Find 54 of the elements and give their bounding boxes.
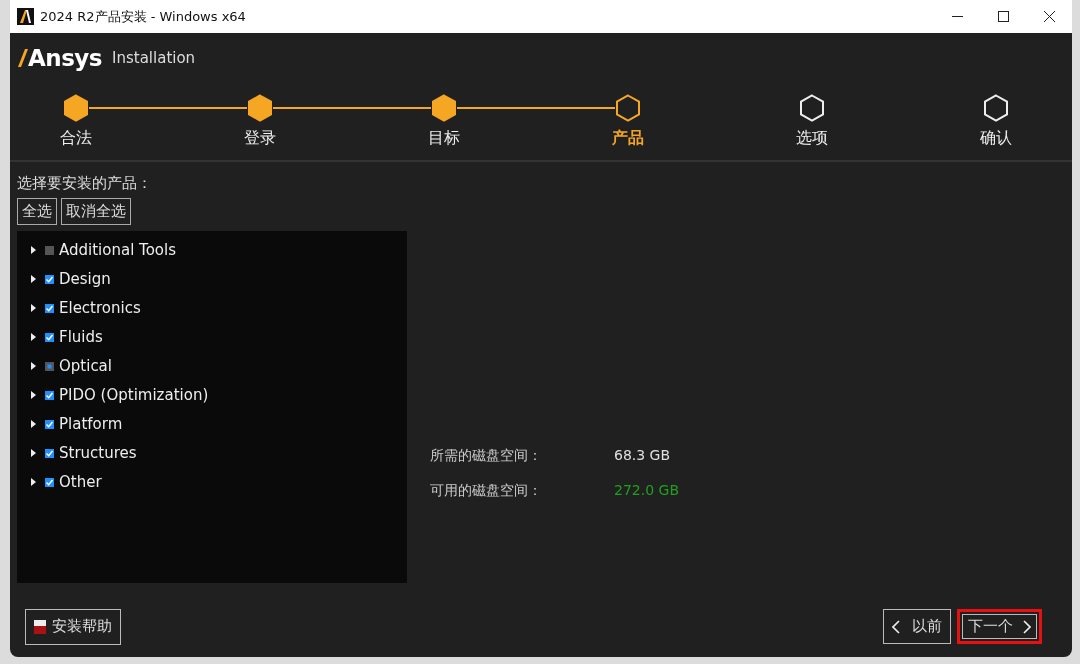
minimize-icon bbox=[951, 15, 963, 18]
checkbox[interactable] bbox=[45, 274, 54, 284]
checkbox[interactable] bbox=[45, 332, 54, 342]
select-all-button[interactable]: 全选 bbox=[17, 198, 57, 225]
checkbox[interactable] bbox=[45, 448, 54, 458]
step-label: 登录 bbox=[244, 126, 276, 149]
expand-arrow-icon[interactable] bbox=[31, 362, 36, 370]
step-label: 合法 bbox=[60, 126, 92, 149]
install-help-button[interactable]: 安装帮助 bbox=[25, 608, 121, 645]
expand-arrow-icon[interactable] bbox=[31, 391, 36, 399]
expand-arrow-icon[interactable] bbox=[31, 246, 36, 254]
prompt-text: 选择要安装的产品： bbox=[17, 172, 153, 194]
window-title: 2024 R2产品安装 - Windows x64 bbox=[40, 7, 246, 26]
step-label: 产品 bbox=[612, 126, 644, 149]
checkbox[interactable] bbox=[45, 390, 54, 400]
expand-arrow-icon[interactable] bbox=[31, 333, 36, 341]
deselect-all-button[interactable]: 取消全选 bbox=[61, 198, 131, 225]
product-label[interactable]: Platform bbox=[59, 412, 123, 436]
product-label[interactable]: Design bbox=[59, 267, 111, 291]
chevron-left-icon bbox=[892, 619, 900, 634]
product-label[interactable]: Additional Tools bbox=[59, 238, 177, 262]
checkbox[interactable] bbox=[45, 303, 54, 313]
expand-arrow-icon[interactable] bbox=[31, 275, 36, 283]
product-label[interactable]: Structures bbox=[59, 441, 137, 465]
chevron-right-icon bbox=[1023, 619, 1031, 634]
product-label[interactable]: PIDO (Optimization) bbox=[59, 383, 209, 407]
available-space-label: 可用的磁盘空间： bbox=[430, 480, 543, 500]
logo-slash-icon bbox=[18, 49, 28, 68]
available-space-value: 272.0 GB bbox=[614, 480, 679, 500]
step-label: 选项 bbox=[796, 126, 828, 149]
logo-text: Ansys bbox=[28, 44, 103, 73]
product-label[interactable]: Fluids bbox=[59, 325, 103, 349]
app-icon bbox=[17, 8, 34, 25]
expand-arrow-icon[interactable] bbox=[31, 449, 36, 457]
product-label[interactable]: Other bbox=[59, 470, 102, 494]
step-label: 确认 bbox=[980, 126, 1012, 149]
back-button[interactable]: 以前 bbox=[883, 609, 951, 644]
expand-arrow-icon[interactable] bbox=[31, 304, 36, 312]
product-label[interactable]: Optical bbox=[59, 354, 112, 378]
checkbox[interactable] bbox=[45, 245, 54, 255]
step-label: 目标 bbox=[428, 126, 460, 149]
required-space-label: 所需的磁盘空间： bbox=[430, 445, 543, 465]
pdf-icon bbox=[34, 619, 46, 634]
expand-arrow-icon[interactable] bbox=[31, 478, 36, 486]
product-label[interactable]: Electronics bbox=[59, 296, 141, 320]
required-space-value: 68.3 GB bbox=[614, 445, 671, 465]
checkbox[interactable] bbox=[45, 419, 54, 429]
close-icon bbox=[1043, 11, 1055, 22]
header-subtitle: Installation bbox=[112, 48, 196, 69]
next-button[interactable]: 下一个 bbox=[957, 609, 1042, 644]
checkbox[interactable] bbox=[45, 361, 54, 371]
maximize-icon bbox=[997, 11, 1009, 22]
expand-arrow-icon[interactable] bbox=[31, 420, 36, 428]
checkbox[interactable] bbox=[45, 477, 54, 487]
